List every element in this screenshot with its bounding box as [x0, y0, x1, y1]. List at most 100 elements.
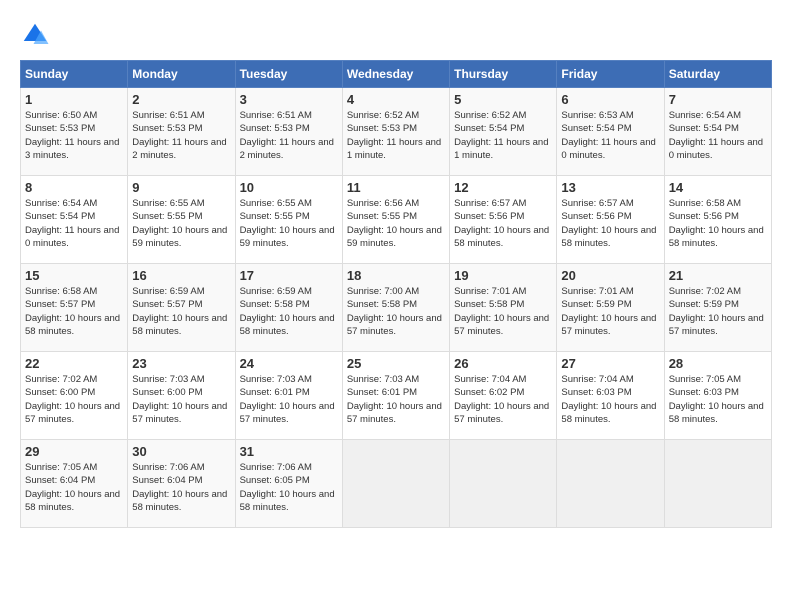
day-info: Sunrise: 6:58 AM Sunset: 5:57 PM Dayligh… [25, 285, 123, 338]
calendar-cell: 5 Sunrise: 6:52 AM Sunset: 5:54 PM Dayli… [450, 88, 557, 176]
day-number: 22 [25, 356, 123, 371]
calendar-cell: 6 Sunrise: 6:53 AM Sunset: 5:54 PM Dayli… [557, 88, 664, 176]
day-info: Sunrise: 7:01 AM Sunset: 5:58 PM Dayligh… [454, 285, 552, 338]
day-number: 26 [454, 356, 552, 371]
day-info: Sunrise: 7:05 AM Sunset: 6:04 PM Dayligh… [25, 461, 123, 514]
calendar-cell: 14 Sunrise: 6:58 AM Sunset: 5:56 PM Dayl… [664, 176, 771, 264]
calendar-cell: 8 Sunrise: 6:54 AM Sunset: 5:54 PM Dayli… [21, 176, 128, 264]
day-number: 25 [347, 356, 445, 371]
calendar-cell: 13 Sunrise: 6:57 AM Sunset: 5:56 PM Dayl… [557, 176, 664, 264]
calendar-cell: 1 Sunrise: 6:50 AM Sunset: 5:53 PM Dayli… [21, 88, 128, 176]
calendar-cell: 31 Sunrise: 7:06 AM Sunset: 6:05 PM Dayl… [235, 440, 342, 528]
calendar-cell: 3 Sunrise: 6:51 AM Sunset: 5:53 PM Dayli… [235, 88, 342, 176]
calendar-cell: 24 Sunrise: 7:03 AM Sunset: 6:01 PM Dayl… [235, 352, 342, 440]
day-number: 15 [25, 268, 123, 283]
day-number: 2 [132, 92, 230, 107]
calendar-cell: 11 Sunrise: 6:56 AM Sunset: 5:55 PM Dayl… [342, 176, 449, 264]
day-number: 14 [669, 180, 767, 195]
day-info: Sunrise: 6:54 AM Sunset: 5:54 PM Dayligh… [669, 109, 767, 162]
day-number: 13 [561, 180, 659, 195]
calendar-cell: 20 Sunrise: 7:01 AM Sunset: 5:59 PM Dayl… [557, 264, 664, 352]
calendar-cell: 7 Sunrise: 6:54 AM Sunset: 5:54 PM Dayli… [664, 88, 771, 176]
day-number: 30 [132, 444, 230, 459]
calendar-cell: 26 Sunrise: 7:04 AM Sunset: 6:02 PM Dayl… [450, 352, 557, 440]
day-number: 9 [132, 180, 230, 195]
day-info: Sunrise: 7:04 AM Sunset: 6:03 PM Dayligh… [561, 373, 659, 426]
day-info: Sunrise: 7:06 AM Sunset: 6:05 PM Dayligh… [240, 461, 338, 514]
calendar-week-4: 22 Sunrise: 7:02 AM Sunset: 6:00 PM Dayl… [21, 352, 772, 440]
calendar-cell: 28 Sunrise: 7:05 AM Sunset: 6:03 PM Dayl… [664, 352, 771, 440]
day-info: Sunrise: 6:52 AM Sunset: 5:54 PM Dayligh… [454, 109, 552, 162]
calendar-cell: 15 Sunrise: 6:58 AM Sunset: 5:57 PM Dayl… [21, 264, 128, 352]
calendar-cell: 16 Sunrise: 6:59 AM Sunset: 5:57 PM Dayl… [128, 264, 235, 352]
day-info: Sunrise: 6:55 AM Sunset: 5:55 PM Dayligh… [132, 197, 230, 250]
day-info: Sunrise: 7:03 AM Sunset: 6:00 PM Dayligh… [132, 373, 230, 426]
day-number: 1 [25, 92, 123, 107]
day-number: 3 [240, 92, 338, 107]
day-info: Sunrise: 7:06 AM Sunset: 6:04 PM Dayligh… [132, 461, 230, 514]
day-number: 11 [347, 180, 445, 195]
calendar-cell [450, 440, 557, 528]
day-info: Sunrise: 6:59 AM Sunset: 5:58 PM Dayligh… [240, 285, 338, 338]
day-info: Sunrise: 6:50 AM Sunset: 5:53 PM Dayligh… [25, 109, 123, 162]
day-number: 12 [454, 180, 552, 195]
day-info: Sunrise: 6:58 AM Sunset: 5:56 PM Dayligh… [669, 197, 767, 250]
day-info: Sunrise: 6:51 AM Sunset: 5:53 PM Dayligh… [240, 109, 338, 162]
day-header-tuesday: Tuesday [235, 61, 342, 88]
day-number: 24 [240, 356, 338, 371]
calendar-cell: 21 Sunrise: 7:02 AM Sunset: 5:59 PM Dayl… [664, 264, 771, 352]
day-number: 23 [132, 356, 230, 371]
day-number: 17 [240, 268, 338, 283]
day-number: 7 [669, 92, 767, 107]
day-info: Sunrise: 6:53 AM Sunset: 5:54 PM Dayligh… [561, 109, 659, 162]
day-number: 27 [561, 356, 659, 371]
day-number: 8 [25, 180, 123, 195]
day-number: 28 [669, 356, 767, 371]
day-info: Sunrise: 6:52 AM Sunset: 5:53 PM Dayligh… [347, 109, 445, 162]
day-info: Sunrise: 7:00 AM Sunset: 5:58 PM Dayligh… [347, 285, 445, 338]
page-header [20, 20, 772, 50]
day-number: 10 [240, 180, 338, 195]
day-number: 19 [454, 268, 552, 283]
day-number: 5 [454, 92, 552, 107]
day-header-saturday: Saturday [664, 61, 771, 88]
day-info: Sunrise: 7:01 AM Sunset: 5:59 PM Dayligh… [561, 285, 659, 338]
logo [20, 20, 54, 50]
calendar-cell: 29 Sunrise: 7:05 AM Sunset: 6:04 PM Dayl… [21, 440, 128, 528]
calendar-cell: 12 Sunrise: 6:57 AM Sunset: 5:56 PM Dayl… [450, 176, 557, 264]
calendar-cell: 23 Sunrise: 7:03 AM Sunset: 6:00 PM Dayl… [128, 352, 235, 440]
day-info: Sunrise: 6:57 AM Sunset: 5:56 PM Dayligh… [454, 197, 552, 250]
day-info: Sunrise: 6:51 AM Sunset: 5:53 PM Dayligh… [132, 109, 230, 162]
day-number: 18 [347, 268, 445, 283]
day-number: 6 [561, 92, 659, 107]
day-info: Sunrise: 7:02 AM Sunset: 5:59 PM Dayligh… [669, 285, 767, 338]
calendar-cell [557, 440, 664, 528]
calendar-cell [342, 440, 449, 528]
days-header-row: SundayMondayTuesdayWednesdayThursdayFrid… [21, 61, 772, 88]
day-info: Sunrise: 6:55 AM Sunset: 5:55 PM Dayligh… [240, 197, 338, 250]
day-header-sunday: Sunday [21, 61, 128, 88]
day-number: 4 [347, 92, 445, 107]
day-number: 29 [25, 444, 123, 459]
day-info: Sunrise: 7:02 AM Sunset: 6:00 PM Dayligh… [25, 373, 123, 426]
day-info: Sunrise: 6:56 AM Sunset: 5:55 PM Dayligh… [347, 197, 445, 250]
calendar-cell: 19 Sunrise: 7:01 AM Sunset: 5:58 PM Dayl… [450, 264, 557, 352]
calendar-cell: 10 Sunrise: 6:55 AM Sunset: 5:55 PM Dayl… [235, 176, 342, 264]
day-header-friday: Friday [557, 61, 664, 88]
day-info: Sunrise: 6:54 AM Sunset: 5:54 PM Dayligh… [25, 197, 123, 250]
day-info: Sunrise: 6:57 AM Sunset: 5:56 PM Dayligh… [561, 197, 659, 250]
calendar-cell: 2 Sunrise: 6:51 AM Sunset: 5:53 PM Dayli… [128, 88, 235, 176]
day-number: 16 [132, 268, 230, 283]
calendar-cell [664, 440, 771, 528]
calendar-week-2: 8 Sunrise: 6:54 AM Sunset: 5:54 PM Dayli… [21, 176, 772, 264]
calendar-cell: 25 Sunrise: 7:03 AM Sunset: 6:01 PM Dayl… [342, 352, 449, 440]
day-header-wednesday: Wednesday [342, 61, 449, 88]
calendar-week-5: 29 Sunrise: 7:05 AM Sunset: 6:04 PM Dayl… [21, 440, 772, 528]
calendar-cell: 30 Sunrise: 7:06 AM Sunset: 6:04 PM Dayl… [128, 440, 235, 528]
day-number: 20 [561, 268, 659, 283]
calendar-cell: 27 Sunrise: 7:04 AM Sunset: 6:03 PM Dayl… [557, 352, 664, 440]
calendar-cell: 4 Sunrise: 6:52 AM Sunset: 5:53 PM Dayli… [342, 88, 449, 176]
calendar-week-1: 1 Sunrise: 6:50 AM Sunset: 5:53 PM Dayli… [21, 88, 772, 176]
calendar-cell: 22 Sunrise: 7:02 AM Sunset: 6:00 PM Dayl… [21, 352, 128, 440]
day-header-thursday: Thursday [450, 61, 557, 88]
